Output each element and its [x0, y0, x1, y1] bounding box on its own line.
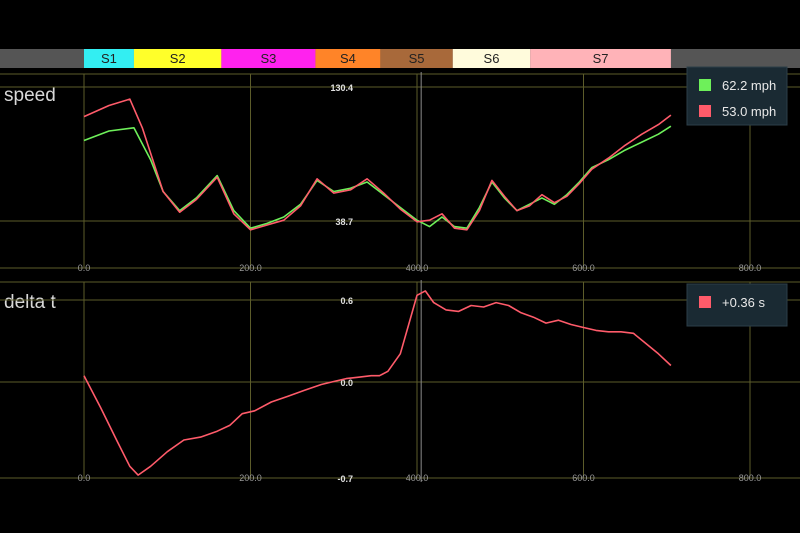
sector-6-label: S6 — [484, 51, 500, 66]
delta-panel-title: delta t — [4, 292, 56, 313]
y-tick-label: -0.7 — [337, 474, 353, 484]
series-line-1 — [83, 125, 672, 229]
legend-label-1: 62.2 mph — [722, 78, 776, 93]
sector-4-label: S4 — [340, 51, 356, 66]
x-tick-label: 600.0 — [572, 263, 595, 273]
sector-1-label: S1 — [101, 51, 117, 66]
x-tick-label: 800.0 — [739, 473, 762, 483]
x-tick-label: 200.0 — [239, 473, 262, 483]
x-tick-label: 0.0 — [78, 473, 91, 483]
sector-3-label: S3 — [260, 51, 276, 66]
legend-swatch-1 — [699, 296, 711, 308]
series-line-1 — [83, 290, 672, 476]
x-tick-label: 600.0 — [572, 473, 595, 483]
speed-panel-title: speed — [4, 85, 56, 106]
y-tick-label: 130.4 — [330, 83, 353, 93]
x-tick-label: 200.0 — [239, 263, 262, 273]
telemetry-comparison: S1 S2 S3 S4 S5 S6 S7 speed 130.4 38.7 0.0 200.0 40… — [0, 49, 800, 484]
series-line-2 — [83, 98, 672, 231]
sector-5-label: S5 — [409, 51, 425, 66]
x-tick-label: 0.0 — [78, 263, 91, 273]
legend-label-2: 53.0 mph — [722, 104, 776, 119]
x-tick-label: 400.0 — [406, 263, 429, 273]
y-tick-label: 38.7 — [335, 217, 353, 227]
delta-panel: delta t 0.60.0-0.70.0 200.0 400.0 600.0 800.… — [0, 280, 800, 484]
legend-label-1: +0.36 s — [722, 295, 766, 310]
sector-bar: S1 S2 S3 S4 S5 S6 S7 — [0, 49, 800, 68]
legend-swatch-1 — [699, 79, 711, 91]
legend-swatch-2 — [699, 105, 711, 117]
speed-panel: speed 130.4 38.7 0.0 200.0 400.0 600.0 800.0 62… — [0, 66, 800, 273]
y-tick-label: 0.6 — [340, 296, 353, 306]
sector-2-label: S2 — [170, 51, 186, 66]
sector-7-label: S7 — [593, 51, 609, 66]
x-tick-label: 400.0 — [406, 473, 429, 483]
x-tick-label: 800.0 — [739, 263, 762, 273]
